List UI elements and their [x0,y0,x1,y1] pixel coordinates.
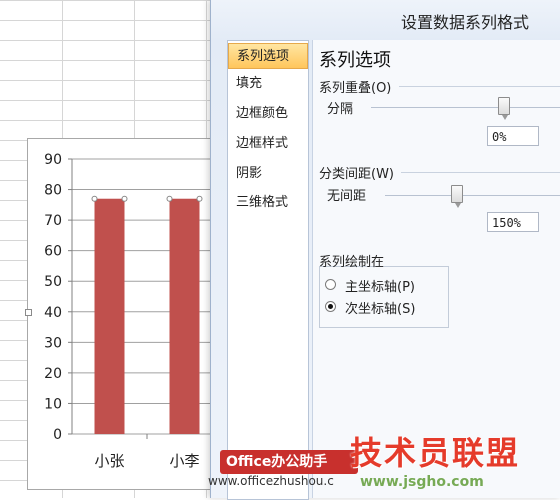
bar-handle [121,195,128,202]
overlap-slider-track[interactable] [371,107,560,108]
gap-width-left-label: 无间距 [327,189,367,204]
y-tick-label: 70 [44,213,62,229]
y-tick-label: 0 [53,427,62,443]
primary-axis-radio[interactable] [325,279,336,290]
plot-series-on-label: 系列绘制在 [319,255,385,270]
office-assistant-watermark: Office办公助手 [220,450,358,474]
y-tick-label: 10 [44,396,62,412]
nav-item-shadow[interactable]: 阴影 [228,161,308,187]
overlap-divider [399,86,560,87]
y-tick-label: 40 [44,305,62,321]
url-watermark-right: www.jsgho.com [360,474,484,490]
nav-item-border-color[interactable]: 边框颜色 [228,101,308,127]
x-tick-label: 小张 [94,452,124,470]
chart-canvas: 0 10 20 30 40 50 60 70 80 90 小张 小李 [44,152,228,470]
overlap-value-input[interactable]: 0% [487,126,539,146]
y-tick-label: 50 [44,274,62,290]
y-tick-label: 90 [44,152,62,168]
brand-watermark: 技术员联盟 [350,434,521,472]
secondary-axis-radio[interactable] [325,301,336,312]
y-tick-label: 80 [44,183,62,199]
nav-item-3d-format[interactable]: 三维格式 [228,190,308,216]
nav-item-fill[interactable]: 填充 [228,71,308,97]
bar-handle [91,195,98,202]
gap-width-slider-track[interactable] [385,195,560,196]
nav-item-series-options[interactable]: 系列选项 [228,43,308,69]
resize-handle-left[interactable] [25,309,32,316]
format-data-series-dialog: 设置数据系列格式 系列选项 填充 边框颜色 边框样式 阴影 三维格式 系列选项 … [210,0,560,500]
bar-chart[interactable]: 0 10 20 30 40 50 60 70 80 90 小张 小李 [25,138,229,490]
gap-width-slider-thumb[interactable] [451,185,463,208]
nav-item-border-style[interactable]: 边框样式 [228,131,308,157]
overlap-label: 系列重叠(O) [319,81,392,96]
y-tick-label: 30 [44,335,62,351]
gap-width-divider [401,172,560,173]
bar [94,198,125,434]
gap-width-value-input[interactable]: 150% [487,212,539,232]
primary-axis-label[interactable]: 主坐标轴(P) [345,276,415,295]
bar [169,198,200,434]
y-tick-label: 20 [44,366,62,382]
secondary-axis-label[interactable]: 次坐标轴(S) [345,298,415,317]
bar-handle [166,195,173,202]
dialog-title: 设置数据系列格式 [401,13,530,32]
url-watermark-left: www.officezhushou.c [208,474,334,488]
gap-width-label: 分类间距(W) [319,167,394,182]
panel-title: 系列选项 [319,50,391,71]
y-tick-label: 60 [44,244,62,260]
dialog-nav: 系列选项 填充 边框颜色 边框样式 阴影 三维格式 [227,40,309,500]
bar-handle [196,195,203,202]
overlap-slider-thumb[interactable] [498,97,510,120]
overlap-left-label: 分隔 [327,102,354,117]
x-tick-label: 小李 [169,452,199,470]
